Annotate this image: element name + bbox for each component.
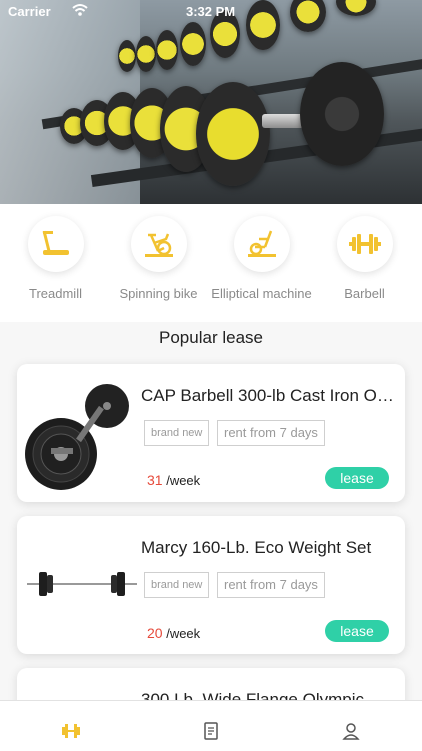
hero-banner: Carrier 3:32 PM (0, 0, 422, 204)
tag-rent-period: rent from 7 days (217, 420, 325, 446)
wifi-icon (72, 4, 88, 16)
price: 20 /week (147, 625, 200, 641)
product-image (27, 572, 137, 596)
barbell-icon (348, 234, 381, 254)
price-value: 31 (147, 472, 163, 488)
category-circle (233, 216, 290, 272)
section-title: Popular lease (159, 328, 263, 347)
tag-rent-period: rent from 7 days (217, 572, 325, 598)
tab-bar (0, 700, 422, 751)
price-value: 20 (147, 625, 163, 641)
category-circle (27, 216, 84, 272)
hero-plate (300, 62, 384, 166)
elliptical-machine-icon (247, 230, 276, 257)
hero-plate (180, 22, 206, 66)
category-bar: Treadmill Spinning bike Elliptical machi… (0, 204, 422, 322)
barbell-tab-icon[interactable] (60, 721, 82, 741)
category-label: Elliptical machine (211, 286, 312, 301)
spinning-bike-icon (144, 233, 173, 257)
category-label: Spinning bike (119, 286, 198, 301)
price: 31 /week (147, 472, 200, 488)
category-elliptical-machine[interactable]: Elliptical machine (209, 216, 314, 301)
lease-button[interactable]: lease (325, 467, 389, 489)
product-card[interactable]: CAP Barbell 300-lb Cast Iron Olympic Wei… (17, 364, 405, 502)
product-title: Marcy 160-Lb. Eco Weight Set (141, 538, 372, 557)
hero-plate (156, 30, 178, 70)
category-circle (130, 216, 187, 272)
clock: 3:32 PM (186, 4, 236, 19)
category-treadmill[interactable]: Treadmill (3, 216, 108, 301)
tag-condition: brand new (144, 572, 210, 598)
category-barbell[interactable]: Barbell (312, 216, 417, 301)
category-circle (336, 216, 393, 272)
treadmill-icon (42, 230, 69, 255)
hero-plate (118, 40, 136, 72)
category-spinning-bike[interactable]: Spinning bike (106, 216, 211, 301)
product-image (25, 384, 129, 490)
orders-tab-icon[interactable] (201, 721, 221, 741)
category-label: Barbell (344, 286, 385, 301)
tag-condition: brand new (144, 420, 210, 446)
carrier-label: Carrier (8, 4, 51, 19)
hero-plate (196, 82, 270, 186)
profile-tab-icon[interactable] (341, 721, 361, 741)
hero-plate (136, 36, 156, 72)
price-unit: /week (166, 473, 201, 488)
lease-button[interactable]: lease (325, 620, 389, 642)
category-label: Treadmill (29, 286, 82, 301)
status-bar: Carrier 3:32 PM (0, 0, 422, 22)
price-unit: /week (166, 626, 201, 641)
product-card[interactable]: Marcy 160-Lb. Eco Weight Set brand new r… (17, 516, 405, 654)
product-title: CAP Barbell 300-lb Cast Iron Olympic Wei… (141, 386, 397, 405)
